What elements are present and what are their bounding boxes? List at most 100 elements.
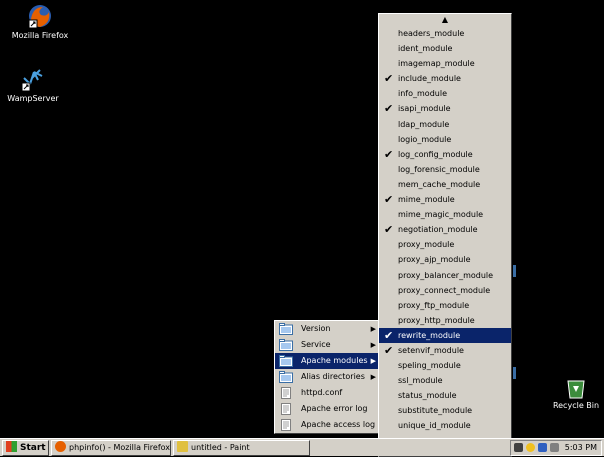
submenu-arrow-icon: ▶ [370,325,376,333]
module-item-unique-id-module[interactable]: unique_id_module [379,418,511,433]
module-item-imagemap-module[interactable]: imagemap_module [379,56,511,71]
module-item-rewrite-module[interactable]: ✔ rewrite_module [379,327,511,343]
file-icon [281,419,291,431]
module-item-mem-cache-module[interactable]: mem_cache_module [379,177,511,192]
module-item-label: status_module [398,391,457,401]
taskbar-button-label: phpinfo() - Mozilla Firefox [69,443,171,452]
module-item-proxy-http-module[interactable]: proxy_http_module [379,313,511,328]
module-item-mime-module[interactable]: ✔ mime_module [379,192,511,207]
menu-item-label: httpd.conf [301,388,343,397]
menu-item-service[interactable]: Service ▶ [275,337,381,353]
menu-item-label: Apache modules [301,356,368,365]
module-item-label: proxy_ftp_module [398,300,470,310]
checkmark-icon: ✔ [384,343,394,357]
module-item-label: mem_cache_module [398,179,481,189]
module-item-label: ident_module [398,44,453,54]
checkmark-icon: ✔ [384,102,394,116]
checkmark-icon: ✔ [384,328,394,342]
submenu-arrow-icon: ▶ [370,341,376,349]
module-item-ident-module[interactable]: ident_module [379,41,511,56]
recycle-bin-icon [567,380,585,399]
system-tray: 5:03 PM [510,440,602,456]
wampserver-tray-icon[interactable] [550,443,559,452]
module-item-ldap-module[interactable]: ldap_module [379,117,511,132]
volume-icon[interactable] [538,443,547,452]
network-icon[interactable] [514,443,523,452]
module-list: headers_module ident_module imagemap_modul… [379,26,511,449]
checkmark-icon: ✔ [384,193,394,207]
desktop-icon-label: Mozilla Firefox [11,31,69,40]
checkmark-icon: ✔ [384,223,394,237]
file-icon [281,403,291,415]
start-label: Start [20,443,46,453]
wampserver-icon [21,69,43,92]
paint-icon [177,441,188,452]
windows-logo-icon [6,441,17,452]
module-item-label: proxy_ajp_module [398,255,471,265]
apache-modules-menu: ▲ headers_module ident_module imagemap_mod… [378,13,512,457]
module-item-log-forensic-module[interactable]: log_forensic_module [379,162,511,177]
menu-item-label: Version [301,324,331,333]
folder-icon [279,371,293,383]
taskbar-button-paint[interactable]: untitled - Paint [173,440,310,456]
module-item-label: ldap_module [398,119,450,129]
module-item-include-module[interactable]: ✔ include_module [379,71,511,86]
alert-icon[interactable] [526,443,535,452]
module-item-label: speling_module [398,361,461,371]
module-item-proxy-module[interactable]: proxy_module [379,237,511,252]
menu-item-apache-modules[interactable]: Apache modules ▶ [275,353,381,369]
checkmark-icon: ✔ [384,147,394,161]
module-item-proxy-balancer-module[interactable]: proxy_balancer_module [379,268,511,283]
module-item-log-config-module[interactable]: ✔ log_config_module [379,147,511,162]
module-item-substitute-module[interactable]: substitute_module [379,403,511,418]
module-item-label: info_module [398,89,447,99]
submenu-arrow-icon: ▶ [370,357,376,365]
scroll-up-arrow[interactable]: ▲ [379,14,511,26]
menu-item-label: Apache error log [301,404,368,413]
folder-icon [279,355,293,367]
wampserver-menu: Version ▶ Service ▶ Apache modules ▶ Ali… [274,320,382,434]
module-item-logio-module[interactable]: logio_module [379,132,511,147]
module-item-ssl-module[interactable]: ssl_module [379,373,511,388]
module-item-isapi-module[interactable]: ✔ isapi_module [379,101,511,116]
clock: 5:03 PM [564,443,597,452]
desktop-icon-firefox[interactable]: Mozilla Firefox [0,3,80,40]
module-item-label: mime_module [398,195,455,205]
module-item-label: logio_module [398,134,452,144]
desktop-icon-label: Recycle Bin [552,401,600,410]
module-item-status-module[interactable]: status_module [379,388,511,403]
module-item-info-module[interactable]: info_module [379,86,511,101]
module-item-proxy-ajp-module[interactable]: proxy_ajp_module [379,252,511,267]
submenu-arrow-icon: ▶ [370,373,376,381]
desktop-icon-recycle-bin[interactable]: Recycle Bin [548,375,604,410]
module-item-headers-module[interactable]: headers_module [379,26,511,41]
module-item-label: proxy_module [398,240,455,250]
module-item-label: include_module [398,74,461,84]
module-item-label: proxy_connect_module [398,285,491,295]
desktop-icon-wampserver[interactable]: WampServer [0,66,73,103]
module-item-label: proxy_http_module [398,315,475,325]
menu-item-alias-directories[interactable]: Alias directories ▶ [275,369,381,385]
module-item-negotiation-module[interactable]: ✔ negotiation_module [379,222,511,237]
taskbar: Start phpinfo() - Mozilla Firefox untitl… [0,438,604,456]
folder-icon [279,339,293,351]
module-item-setenvif-module[interactable]: ✔ setenvif_module [379,343,511,358]
module-item-proxy-ftp-module[interactable]: proxy_ftp_module [379,298,511,313]
module-item-proxy-connect-module[interactable]: proxy_connect_module [379,283,511,298]
menu-item-label: Alias directories [301,372,365,381]
file-icon [281,387,291,399]
module-item-label: headers_module [398,29,465,38]
menu-item-apache-error-log[interactable]: Apache error log [275,401,381,417]
checkmark-icon: ✔ [384,72,394,86]
module-item-label: unique_id_module [398,421,471,431]
module-item-label: log_forensic_module [398,164,480,174]
taskbar-button-firefox[interactable]: phpinfo() - Mozilla Firefox [51,440,171,456]
menu-item-apache-access-log[interactable]: Apache access log [275,417,381,433]
start-button[interactable]: Start [2,440,49,456]
module-item-speling-module[interactable]: speling_module [379,358,511,373]
menu-item-httpd-conf[interactable]: httpd.conf [275,385,381,401]
module-item-label: imagemap_module [398,59,475,69]
module-item-label: setenvif_module [398,345,464,355]
module-item-mime-magic-module[interactable]: mime_magic_module [379,207,511,222]
menu-item-version[interactable]: Version ▶ [275,321,381,337]
